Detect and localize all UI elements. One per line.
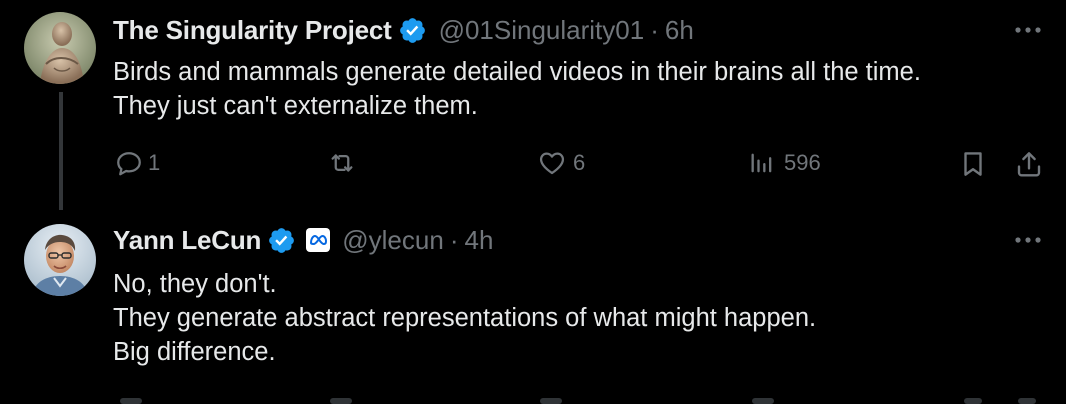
tweet-text-line: Big difference. [113, 338, 276, 366]
reply-button[interactable]: 1 [114, 148, 160, 178]
avatar-lecun[interactable] [24, 224, 96, 296]
tweet-text: No, they don't. They generate abstract r… [113, 267, 816, 369]
tweet-text-line: Birds and mammals generate detailed vide… [113, 58, 921, 86]
thread-view: The Singularity Project @01Singularity01… [0, 0, 1066, 404]
tweet-lecun[interactable]: Yann LeCun @ylecun · 4h No, they don't. … [0, 210, 1066, 404]
tweet-text-line: No, they don't. [113, 270, 277, 298]
views-button[interactable]: 596 [748, 148, 821, 178]
like-button[interactable]: 6 [537, 148, 585, 178]
like-count: 6 [573, 150, 586, 175]
tweet-text-line: They generate abstract representations o… [113, 304, 817, 332]
tweet-text: Birds and mammals generate detailed vide… [113, 55, 921, 123]
bookmark-button[interactable] [958, 148, 988, 180]
verified-badge-icon [267, 226, 296, 255]
author-name[interactable]: The Singularity Project [113, 15, 392, 46]
share-icon [1014, 148, 1044, 180]
tweet-singularity[interactable]: The Singularity Project @01Singularity01… [0, 0, 1066, 210]
author-name[interactable]: Yann LeCun [113, 225, 261, 256]
bookmark-icon[interactable] [964, 398, 982, 404]
author-handle[interactable]: @01Singularity01 [439, 15, 645, 46]
share-button[interactable] [1014, 148, 1044, 180]
tweet-header: The Singularity Project @01Singularity01… [113, 13, 694, 47]
more-options-icon[interactable] [1010, 230, 1046, 250]
timestamp[interactable]: 4h [464, 225, 493, 256]
tweet-text-line: They just can't externalize them. [113, 92, 478, 120]
reply-count: 1 [148, 150, 161, 175]
tweet-header: Yann LeCun @ylecun · 4h [113, 223, 493, 257]
share-icon[interactable] [1018, 398, 1036, 404]
analytics-icon[interactable] [752, 398, 774, 404]
author-handle[interactable]: @ylecun [342, 225, 444, 256]
retweet-icon [326, 148, 358, 178]
reply-icon [114, 148, 144, 178]
reply-icon[interactable] [120, 398, 142, 404]
retweet-icon[interactable] [330, 398, 352, 404]
more-options-icon[interactable] [1010, 20, 1046, 40]
heart-icon [537, 148, 567, 178]
verified-badge-icon [398, 16, 427, 45]
action-bar-cropped [0, 398, 1066, 404]
heart-icon[interactable] [540, 398, 562, 404]
analytics-icon [748, 148, 776, 178]
retweet-button[interactable] [326, 148, 366, 178]
bookmark-icon [958, 148, 988, 180]
views-count: 596 [784, 150, 821, 175]
thread-connector-line [59, 92, 63, 210]
meta-logo-icon[interactable] [306, 228, 331, 252]
timestamp[interactable]: 6h [665, 15, 694, 46]
avatar-singularity[interactable] [24, 12, 96, 84]
separator-dot: · [650, 14, 659, 45]
separator-dot: · [449, 224, 459, 255]
